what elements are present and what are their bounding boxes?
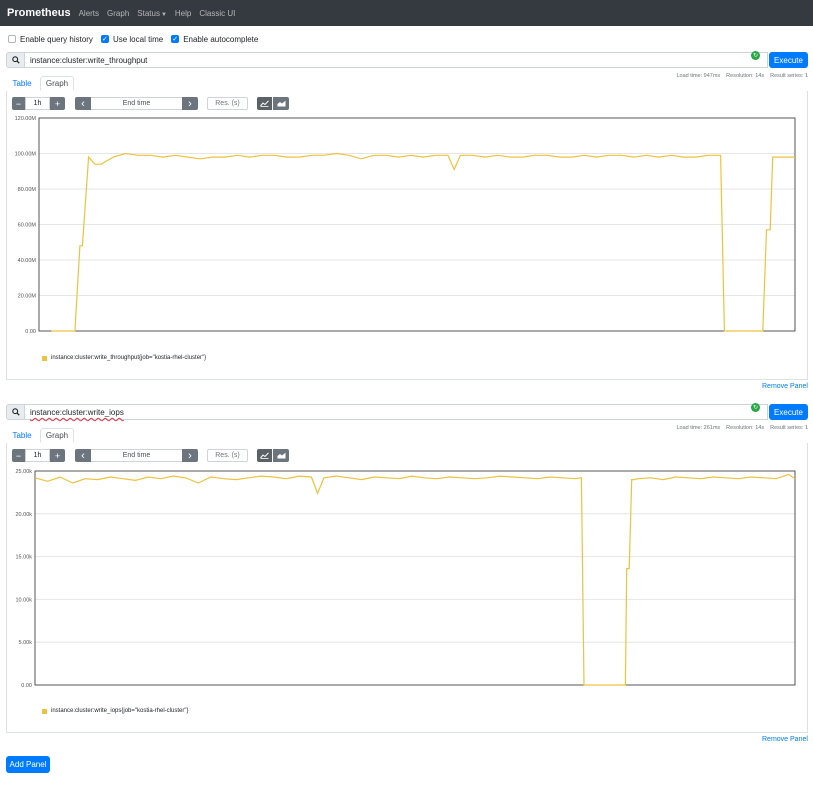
legend-series-label: instance:cluster:write_iops{job="kostia-… [51, 708, 189, 714]
y-tick-label: 25.00k [15, 469, 32, 475]
end-time-back-button[interactable]: ‹ [75, 97, 91, 110]
nav-link-alerts[interactable]: Alerts [79, 9, 99, 18]
series-line[interactable] [34, 473, 796, 686]
expression-row: instance:cluster:write_throughput ↻ Exec… [6, 51, 808, 68]
line-chart-toggle[interactable] [257, 97, 272, 110]
search-icon [6, 52, 25, 68]
tab-graph[interactable]: Graph [40, 76, 74, 91]
end-time-input[interactable]: End time [91, 97, 182, 110]
remove-panel-link[interactable]: Remove Panel [762, 736, 808, 743]
nav-link-help[interactable]: Help [175, 9, 191, 18]
resolution-input[interactable]: Res. (s) [207, 97, 248, 110]
series-color-swatch [42, 708, 47, 714]
y-tick-label: 20.00M [18, 294, 37, 300]
end-time-back-button[interactable]: ‹ [75, 449, 91, 462]
refresh-icon[interactable]: ↻ [751, 51, 760, 60]
y-tick-label: 80.00M [18, 187, 37, 193]
line-chart-icon [260, 452, 269, 459]
graph-chart[interactable]: 0.005.00k10.00k15.00k20.00k25.00k11:3011… [7, 467, 807, 695]
execute-button[interactable]: Execute [769, 404, 808, 420]
y-tick-label: 15.00k [15, 555, 32, 561]
search-icon [6, 404, 25, 420]
resolution-input[interactable]: Res. (s) [207, 449, 248, 462]
end-time-forward-button[interactable]: › [182, 97, 198, 110]
range-decrease-button[interactable]: − [12, 97, 25, 110]
line-chart-icon [260, 100, 269, 107]
range-decrease-button[interactable]: − [12, 449, 25, 462]
graph-card: − 1h + ‹ End time › Res. (s) 0.00 5.00k 10… [6, 443, 808, 733]
add-panel-button[interactable]: Add Panel [6, 756, 50, 773]
stacked-chart-toggle[interactable] [273, 97, 289, 110]
panel-tabs: Table Graph [6, 76, 808, 91]
expression-input[interactable]: instance:cluster:write_throughput [25, 52, 768, 68]
navbar: Prometheus Alerts Graph Status▼ Help Cla… [0, 0, 813, 26]
y-tick-label: 0.00 [21, 683, 32, 689]
graph-legend[interactable]: instance:cluster:write_throughput{job="k… [42, 355, 206, 361]
end-time-forward-button[interactable]: › [182, 449, 198, 462]
option-query-history[interactable]: Enable query history [8, 35, 93, 44]
end-time-input[interactable]: End time [91, 449, 182, 462]
expression-input[interactable]: instance:cluster:write_iops [25, 404, 768, 420]
tab-table[interactable]: Table [6, 428, 38, 443]
query-panel-2: instance:cluster:write_iops ↻ Execute Lo… [6, 403, 808, 744]
y-tick-label: 5.00k [19, 640, 33, 646]
legend-series-label: instance:cluster:write_throughput{job="k… [51, 355, 207, 361]
y-tick-label: 20.00k [15, 512, 32, 518]
y-tick-label: 40.00M [18, 258, 37, 264]
graph-chart[interactable]: 0.00 20.00M 40.00M 60.00M 80.00M 100.00M 120.0… [7, 115, 807, 340]
area-chart-icon [277, 452, 285, 459]
series-color-swatch [42, 355, 47, 361]
option-local-time[interactable]: Use local time [100, 34, 164, 44]
caret-down-icon: ▼ [160, 11, 167, 18]
nav-status-label: Status [137, 8, 160, 18]
graph-controls: − 1h + ‹ End time › Res. (s) [12, 449, 802, 462]
range-increase-button[interactable]: + [50, 449, 65, 462]
expression-text: instance:cluster:write_iops [30, 408, 124, 417]
tab-table[interactable]: Table [6, 76, 38, 91]
nav-link-status[interactable]: Status▼ [137, 9, 167, 18]
local-time-checkbox[interactable] [100, 35, 109, 43]
y-tick-label: 10.00k [15, 597, 32, 603]
query-panel-1: instance:cluster:write_throughput ↻ Exec… [6, 51, 808, 392]
y-tick-label: 0.00 [25, 329, 36, 335]
execute-button[interactable]: Execute [769, 52, 808, 68]
autocomplete-label: Enable autocomplete [183, 34, 259, 44]
graph-card: − 1h + ‹ End time › Res. (s) 0.00 20.00M 4… [6, 91, 808, 380]
expression-row: instance:cluster:write_iops ↻ Execute [6, 403, 808, 420]
range-increase-button[interactable]: + [50, 97, 65, 110]
query-history-label: Enable query history [20, 34, 93, 44]
y-tick-label: 120.00M [15, 116, 37, 122]
refresh-icon[interactable]: ↻ [751, 403, 760, 412]
nav-link-graph[interactable]: Graph [107, 9, 129, 18]
brand-logo[interactable]: Prometheus [7, 7, 71, 19]
remove-panel-link[interactable]: Remove Panel [762, 383, 808, 390]
y-tick-label: 100.00M [15, 152, 37, 158]
graph-controls: − 1h + ‹ End time › Res. (s) [12, 97, 802, 110]
y-tick-label: 60.00M [18, 223, 37, 229]
range-input[interactable]: 1h [25, 449, 50, 462]
local-time-label: Use local time [112, 34, 164, 44]
query-history-checkbox[interactable] [8, 35, 16, 43]
nav-link-classic-ui[interactable]: Classic UI [199, 9, 235, 18]
area-chart-icon [277, 100, 285, 107]
plot-frame [34, 470, 796, 686]
line-chart-toggle[interactable] [257, 449, 272, 462]
graph-legend[interactable]: instance:cluster:write_iops{job="kostia-… [42, 708, 189, 714]
series-line[interactable] [51, 152, 795, 332]
stacked-chart-toggle[interactable] [273, 449, 289, 462]
panel-tabs: Table Graph [6, 428, 808, 443]
autocomplete-checkbox[interactable] [171, 35, 180, 43]
option-autocomplete[interactable]: Enable autocomplete [171, 35, 258, 44]
tab-graph[interactable]: Graph [40, 428, 74, 443]
query-options: Enable query history Use local time Enab… [8, 34, 266, 44]
range-input[interactable]: 1h [25, 97, 50, 110]
